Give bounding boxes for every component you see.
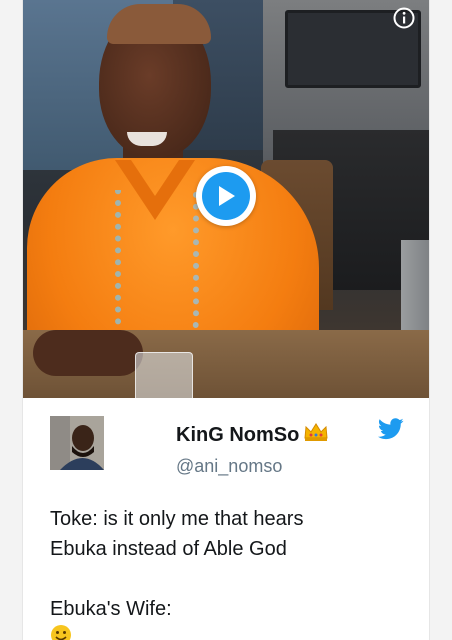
tweet-text: Toke: is it only me that hears Ebuka ins… — [50, 504, 410, 640]
tweet-line: Toke: is it only me that hears — [50, 508, 304, 530]
avatar-image — [50, 416, 104, 470]
emoji-icon — [50, 624, 410, 640]
left-gutter — [0, 0, 22, 640]
play-icon — [219, 186, 235, 206]
user-handle[interactable]: @ani_nomso — [176, 456, 282, 477]
page: KinG NomSo @ani_nomso Toke: is it only m… — [0, 0, 452, 640]
tweet-line: Ebuka's Wife: — [50, 598, 172, 620]
person-hair — [107, 4, 211, 44]
person-hand — [33, 330, 143, 376]
right-gutter — [430, 0, 452, 640]
tweet-line: Ebuka instead of Able God — [50, 538, 287, 560]
crown-icon — [303, 422, 329, 448]
twitter-bird-icon[interactable] — [377, 418, 404, 440]
play-button-inner — [202, 172, 250, 220]
display-name-text: KinG NomSo — [176, 423, 300, 446]
embedded-video[interactable] — [23, 0, 429, 398]
play-button[interactable] — [196, 166, 256, 226]
display-name[interactable]: KinG NomSo — [176, 422, 329, 448]
tweet-card[interactable]: KinG NomSo @ani_nomso Toke: is it only m… — [22, 0, 430, 640]
avatar[interactable] — [50, 416, 104, 470]
info-icon — [393, 7, 415, 29]
info-button[interactable] — [392, 6, 416, 30]
drinking-glass — [135, 352, 193, 398]
